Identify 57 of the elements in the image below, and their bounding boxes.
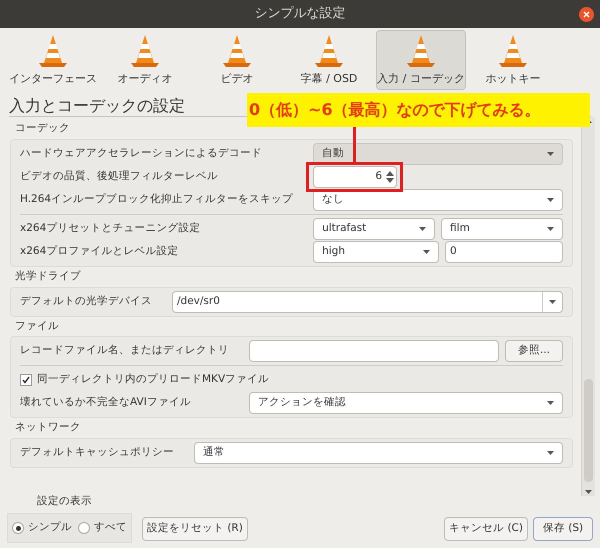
- radio-option[interactable]: シンプル: [12, 520, 72, 536]
- category-tab[interactable]: インターフェース: [8, 30, 98, 90]
- page-heading: 入力とコーデックの設定: [9, 95, 185, 116]
- window-title: シンプルな設定: [254, 5, 346, 24]
- category-tab[interactable]: 入力 / コーデック: [376, 30, 466, 90]
- dropdown[interactable]: ultrafast: [313, 218, 436, 240]
- close-button[interactable]: [579, 7, 594, 22]
- setting-label: レコードファイル名、またはディレクトリ: [20, 343, 229, 358]
- spin-box[interactable]: 6: [313, 166, 398, 188]
- section-title: ネットワーク: [14, 420, 82, 436]
- close-icon: [583, 11, 590, 18]
- checkbox-label: 同一ディレクトリ内のプリロードMKVファイル: [37, 372, 270, 388]
- dropdown[interactable]: 自動: [313, 142, 563, 165]
- setting-label: x264プリセットとチューニング設定: [20, 220, 202, 236]
- caret-icon: [549, 300, 556, 304]
- dropdown[interactable]: high: [313, 240, 440, 263]
- dropdown[interactable]: film: [441, 218, 563, 240]
- view-label: 設定の表示: [37, 494, 92, 510]
- setting-label: ハードウェアアクセラレーションによるデコード: [20, 146, 263, 161]
- section-title: 光学ドライブ: [14, 268, 82, 284]
- annotation-callout: 0（低）~6（最高）なので下げてみる。: [247, 93, 590, 127]
- setting-label: H.264インループブロック化抑止フィルターをスキップ: [20, 192, 294, 207]
- caret-icon: [547, 226, 554, 231]
- category-tab[interactable]: ホットキー: [468, 30, 558, 90]
- scrollbar[interactable]: [581, 117, 595, 496]
- setting-label: 壊れているか不完全なAVIファイル: [20, 395, 192, 410]
- category-tab[interactable]: オーディオ: [100, 30, 190, 90]
- caret-icon: [547, 451, 554, 455]
- section-title: ファイル: [14, 318, 60, 334]
- setting-label: x264プロファイルとレベル設定: [20, 244, 180, 259]
- radio-button[interactable]: [78, 522, 90, 534]
- input-field[interactable]: [249, 340, 499, 362]
- spin-arrows-icon: [386, 170, 394, 184]
- radio-button[interactable]: [12, 522, 24, 534]
- setting-label: デフォルトの光学デバイス: [20, 294, 152, 309]
- browse-button[interactable]: 参照...: [504, 340, 563, 362]
- checkbox[interactable]: [20, 374, 32, 386]
- setting-label: デフォルトキャッシュポリシー: [20, 445, 174, 460]
- setting-label: ビデオの品質、後処理フィルターレベル: [20, 168, 219, 184]
- category-tab[interactable]: 字幕 / OSD: [284, 30, 374, 90]
- input-field[interactable]: 0: [445, 240, 563, 263]
- category-tab[interactable]: ビデオ: [192, 30, 282, 90]
- dropdown[interactable]: アクションを確認: [249, 392, 563, 414]
- dropdown[interactable]: なし: [313, 188, 563, 211]
- dialog-button[interactable]: 保存 (S): [533, 517, 593, 541]
- caret-icon: [547, 198, 554, 202]
- caret-icon: [419, 226, 426, 231]
- caret-icon: [547, 152, 554, 156]
- combo-field[interactable]: /dev/sr0: [172, 290, 563, 312]
- dropdown[interactable]: 通常: [194, 442, 563, 464]
- dialog-button[interactable]: キャンセル (C): [444, 517, 528, 541]
- reset-button[interactable]: 設定をリセット (R): [142, 517, 248, 541]
- radio-option[interactable]: すべて: [78, 520, 127, 536]
- caret-icon: [547, 401, 554, 406]
- section-title: コーデック: [14, 121, 71, 136]
- scroll-down-icon: [585, 490, 592, 494]
- caret-icon: [423, 250, 430, 254]
